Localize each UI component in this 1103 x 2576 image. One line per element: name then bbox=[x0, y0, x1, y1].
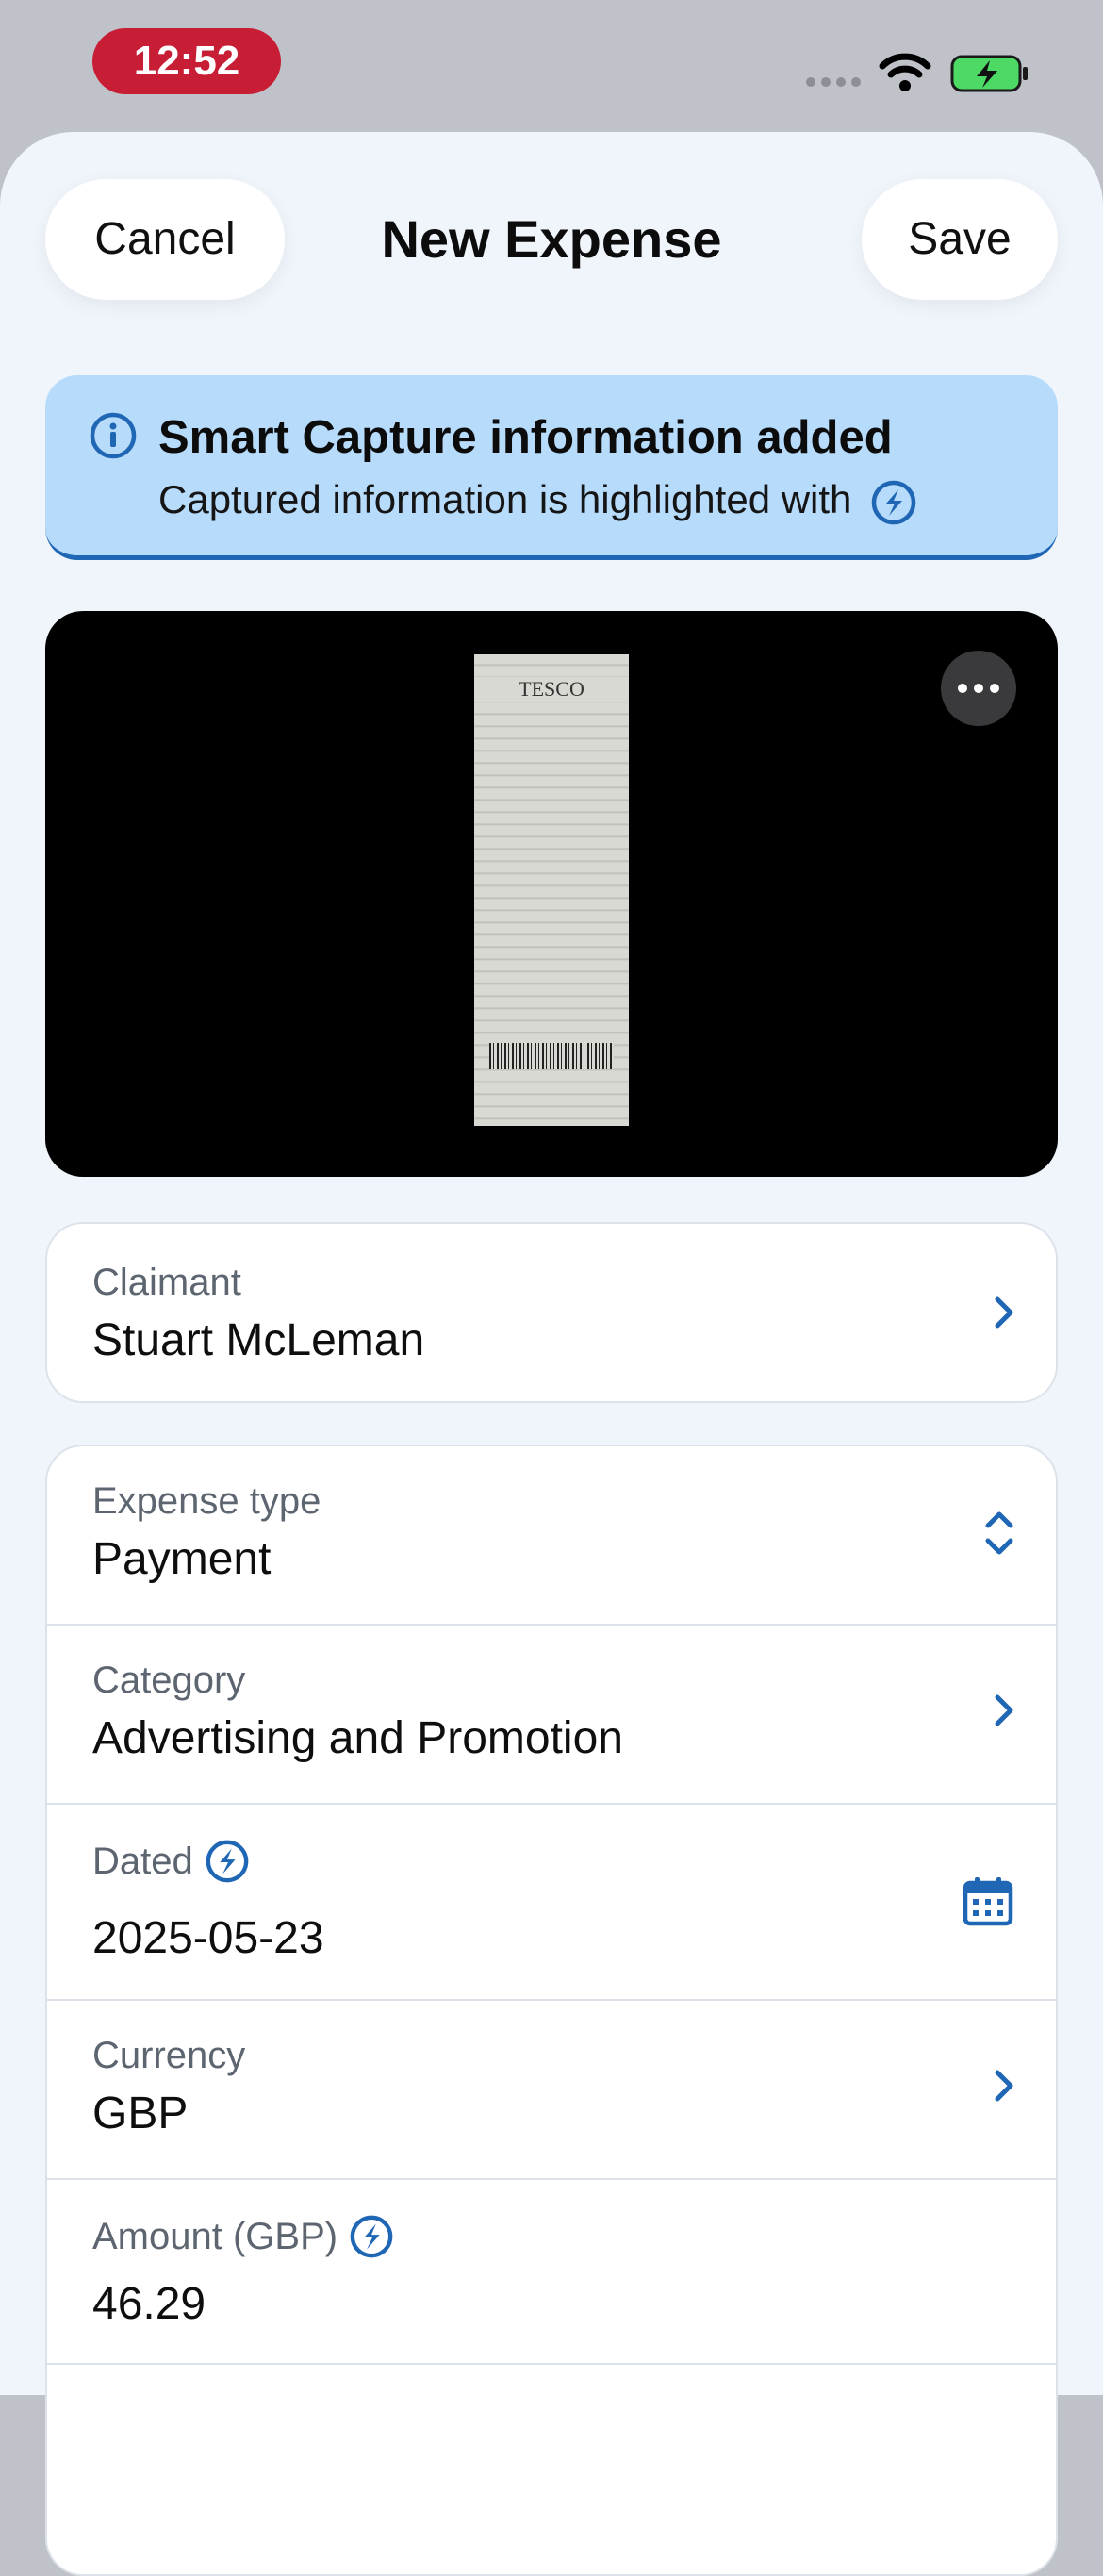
claimant-label: Claimant bbox=[92, 1262, 241, 1303]
receipt-image-preview[interactable]: TESCO bbox=[45, 611, 1058, 1177]
wifi-icon bbox=[879, 53, 931, 91]
chevron-right-icon bbox=[995, 2070, 1013, 2102]
amount-field[interactable]: Amount (GBP) 46.29 bbox=[47, 2180, 1056, 2365]
new-expense-sheet: Cancel New Expense Save Smart Capture in… bbox=[0, 132, 1103, 2576]
smart-capture-icon bbox=[871, 480, 916, 525]
currency-field[interactable]: Currency GBP bbox=[47, 2001, 1056, 2180]
smart-capture-banner: Smart Capture information added Captured… bbox=[45, 375, 1058, 560]
calendar-icon[interactable] bbox=[962, 1874, 1014, 1927]
expense-type-value: Payment bbox=[92, 1534, 272, 1584]
more-icon-dot bbox=[990, 684, 999, 693]
dated-label: Dated bbox=[92, 1840, 193, 1882]
cellular-signal-icon bbox=[806, 77, 861, 87]
currency-value: GBP bbox=[92, 2089, 189, 2138]
info-icon bbox=[90, 412, 137, 459]
expense-type-field[interactable]: Expense type Payment bbox=[47, 1446, 1056, 1626]
chevron-right-icon bbox=[995, 1694, 1013, 1726]
category-field[interactable]: Category Advertising and Promotion bbox=[47, 1626, 1056, 1805]
amount-label: Amount (GBP) bbox=[92, 2215, 338, 2257]
status-time: 12:52 bbox=[92, 28, 281, 94]
amount-value: 46.29 bbox=[92, 2279, 206, 2329]
page-title: New Expense bbox=[381, 209, 722, 269]
amount-label-group: Amount (GBP) bbox=[92, 2214, 394, 2259]
expense-type-label: Expense type bbox=[92, 1480, 321, 1522]
category-value: Advertising and Promotion bbox=[92, 1713, 623, 1763]
chevron-up-down-icon bbox=[985, 1511, 1013, 1555]
dated-label-group: Dated bbox=[92, 1839, 250, 1884]
more-icon-dot bbox=[958, 684, 967, 693]
expense-fields-card: Expense type Payment Category Advertisin… bbox=[45, 1445, 1058, 2576]
status-bar: 12:52 bbox=[0, 0, 1103, 132]
claimant-value: Stuart McLeman bbox=[92, 1315, 425, 1365]
banner-title: Smart Capture information added bbox=[158, 412, 893, 463]
receipt-logo: TESCO bbox=[474, 677, 629, 702]
save-button[interactable]: Save bbox=[862, 179, 1058, 300]
dated-value: 2025-05-23 bbox=[92, 1913, 324, 1963]
dated-field[interactable]: Dated 2025-05-23 bbox=[47, 1805, 1056, 2001]
receipt-image: TESCO bbox=[474, 654, 629, 1126]
more-icon-dot bbox=[974, 684, 983, 693]
category-label: Category bbox=[92, 1660, 246, 1701]
chevron-right-icon bbox=[995, 1296, 1013, 1329]
receipt-barcode bbox=[489, 1043, 614, 1069]
banner-text-label: Captured information is highlighted with bbox=[158, 477, 852, 521]
more-options-button[interactable] bbox=[941, 651, 1016, 726]
smart-capture-icon bbox=[350, 2215, 393, 2258]
banner-text: Captured information is highlighted with bbox=[158, 477, 917, 526]
cancel-button[interactable]: Cancel bbox=[45, 179, 285, 300]
currency-label: Currency bbox=[92, 2035, 246, 2076]
smart-capture-icon bbox=[206, 1840, 249, 1883]
claimant-field[interactable]: Claimant Stuart McLeman bbox=[45, 1222, 1058, 1403]
battery-charging-icon bbox=[950, 55, 1028, 92]
